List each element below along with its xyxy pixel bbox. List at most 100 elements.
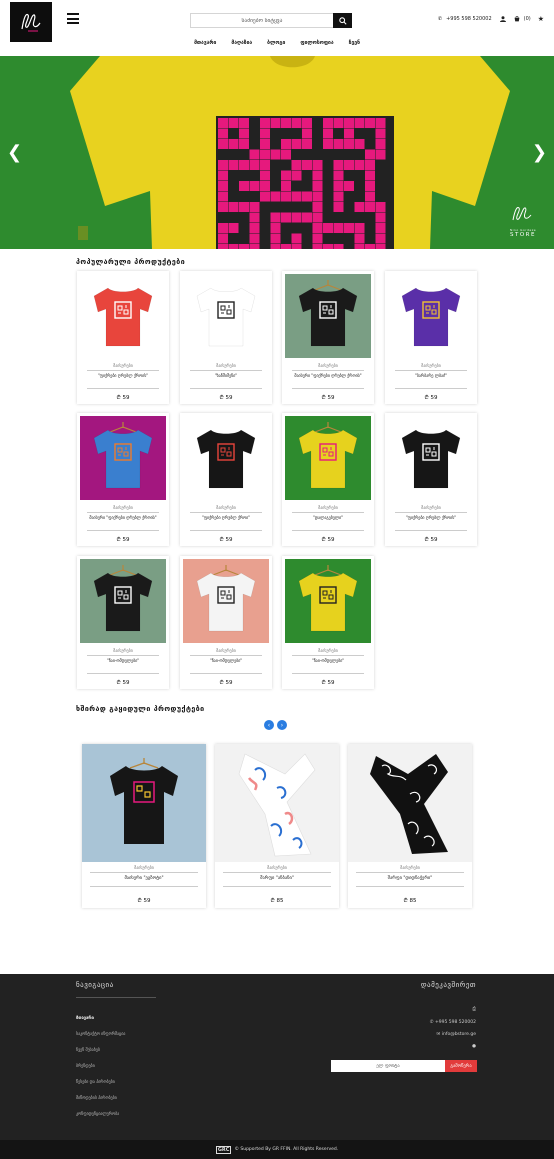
product-category: მაისურები	[400, 865, 420, 870]
product-image[interactable]	[388, 416, 474, 500]
menu-toggle-button[interactable]	[67, 13, 79, 24]
product-card[interactable]: მაისურები "ბარბარე ლბაძ" ₾ 59	[385, 271, 477, 404]
product-name[interactable]: "დალაგებული"	[286, 515, 370, 520]
product-price: ₾ 59	[424, 395, 438, 401]
nav-item-philosophy[interactable]: ფილოსოფია	[300, 40, 333, 46]
cart-icon[interactable]	[514, 16, 520, 22]
wishlist-star-icon[interactable]: ★	[538, 15, 544, 23]
product-price: ₾ 85	[403, 898, 417, 904]
search-input[interactable]	[190, 13, 333, 28]
phone-icon: ✆	[437, 16, 443, 22]
hero-prev-arrow-icon[interactable]: ❮	[7, 144, 22, 162]
product-image[interactable]	[80, 559, 166, 643]
product-card[interactable]: მაისურები შარფი "ანბანი" ₾ 85	[215, 744, 339, 908]
footer-link-about[interactable]: ჩვენ შესახებ	[76, 1042, 125, 1058]
product-price: ₾ 59	[116, 395, 130, 401]
search-button[interactable]	[333, 13, 352, 28]
footer-email[interactable]: info@bstore.ge	[442, 1032, 476, 1037]
product-image[interactable]	[285, 416, 371, 500]
copyright-text: © Supported By GR FFIN. All Rights Reser…	[234, 1147, 339, 1152]
nav-item-shop[interactable]: მაღაზია	[231, 40, 252, 46]
product-card[interactable]: მაისურები "ფიქრები ღრუბლ ქროის" ₾ 59	[385, 413, 477, 546]
product-card[interactable]: მაისურები "ჩაი-ომდელები" ₾ 59	[180, 556, 272, 689]
nav-item-blog[interactable]: ბლოგი	[267, 40, 285, 46]
cart-count[interactable]: (0)	[524, 16, 531, 22]
product-image[interactable]	[285, 274, 371, 358]
product-image[interactable]	[82, 744, 206, 862]
footer-link-privacy[interactable]: კონფიდენციალურობა	[76, 1106, 125, 1122]
footer-phone-row: ✆ +995 598 520002	[430, 1020, 476, 1025]
footer-link-contact[interactable]: საკონტაქტო ინფორმაცია	[76, 1026, 125, 1042]
product-name[interactable]: "ხანშიშენი"	[184, 373, 268, 378]
product-price: ₾ 59	[137, 898, 151, 904]
search-bar	[190, 13, 352, 28]
product-card[interactable]: მაისურები "ფიქრები ღრუბლ ქროი" ₾ 59	[180, 413, 272, 546]
product-image[interactable]	[183, 416, 269, 500]
product-category: მაისურები	[421, 363, 441, 368]
product-name[interactable]: მაისური "ფიქრები ღრუბლ ქროის"	[81, 515, 165, 520]
product-name[interactable]: "ჩაი-ომდელები"	[81, 658, 165, 663]
divider	[395, 530, 467, 531]
product-name[interactable]: "ბარბარე ლბაძ"	[389, 373, 473, 378]
product-name[interactable]: შარფი "დიდნაჭერი"	[348, 876, 472, 881]
nav-item-about[interactable]: ჩვენ	[349, 40, 360, 46]
product-image[interactable]	[183, 559, 269, 643]
divider	[292, 388, 364, 389]
product-category: მაისურები	[267, 865, 287, 870]
product-card[interactable]: მაისურები "ჩაი-ომდელები" ₾ 59	[77, 556, 169, 689]
product-image[interactable]	[80, 416, 166, 500]
product-image[interactable]	[388, 274, 474, 358]
product-name[interactable]: "ჩაი-ომდელები"	[184, 658, 268, 663]
product-name[interactable]: "ფიქრები ღრუბლ ქროის"	[81, 373, 165, 378]
nav-item-home[interactable]: მთავარი	[194, 40, 216, 46]
product-category: მაისურები	[216, 363, 236, 368]
product-card[interactable]: მაისურები "ფიქრები ღრუბლ ქროის" ₾ 59	[77, 271, 169, 404]
product-name[interactable]: "ფიქრები ღრუბლ ქროის"	[389, 515, 473, 520]
carousel-next-icon[interactable]: ›	[277, 720, 287, 730]
product-image[interactable]	[80, 274, 166, 358]
carousel-prev-icon[interactable]: ‹	[264, 720, 274, 730]
signature-logo-icon	[21, 13, 41, 32]
hero-brand-store: STORE	[510, 232, 536, 238]
divider	[190, 530, 262, 531]
subscribe-button[interactable]: გამოწერა	[445, 1060, 477, 1072]
divider	[356, 886, 464, 887]
product-name[interactable]: მაისური "ფიქრები ღრუბლ ქროის"	[286, 373, 370, 378]
product-image[interactable]	[348, 744, 472, 862]
footer-link-terms[interactable]: წესები და პირობები	[76, 1074, 125, 1090]
product-name[interactable]: "ფიქრები ღრუბლ ქროი"	[184, 515, 268, 520]
divider	[87, 655, 159, 656]
footer-link-brands[interactable]: ბრენდები	[76, 1058, 125, 1074]
footer-phone[interactable]: +995 598 520002	[435, 1020, 476, 1025]
product-category: მაისურები	[421, 505, 441, 510]
site-logo[interactable]	[10, 2, 52, 42]
footer-divider	[76, 997, 156, 998]
product-image[interactable]	[183, 274, 269, 358]
product-image[interactable]	[215, 744, 339, 862]
footer-link-home[interactable]: მთავარი	[76, 1010, 125, 1026]
product-name[interactable]: შარფი "ანბანი"	[215, 876, 339, 881]
product-card[interactable]: მაისურები "დალაგებული" ₾ 59	[282, 413, 374, 546]
hero-next-arrow-icon[interactable]: ❯	[532, 144, 547, 162]
product-price: ₾ 85	[270, 898, 284, 904]
footer-contact-title: დამეკავშირეთ	[420, 981, 476, 989]
newsletter-email-input[interactable]	[331, 1060, 445, 1072]
product-card[interactable]: მაისურები მაისური "ეგზოტი" ₾ 59	[82, 744, 206, 908]
divider	[87, 530, 159, 531]
footer-link-delivery[interactable]: მიწოდების პირობები	[76, 1090, 125, 1106]
divider	[395, 370, 467, 371]
header-utilities: ✆ +995 598 520002 (0) ★	[438, 15, 544, 23]
product-card[interactable]: მაისურები მაისური "ფიქრები ღრუბლ ქროის" ₾ …	[282, 271, 374, 404]
user-icon[interactable]	[499, 16, 506, 22]
product-card[interactable]: მაისურები შარფი "დიდნაჭერი" ₾ 85	[348, 744, 472, 908]
divider	[90, 872, 198, 873]
product-price: ₾ 59	[116, 680, 130, 686]
product-card[interactable]: მაისურები "ხანშიშენი" ₾ 59	[180, 271, 272, 404]
product-name[interactable]: მაისური "ეგზოტი"	[82, 876, 206, 881]
product-image[interactable]	[285, 559, 371, 643]
product-card[interactable]: მაისურები მაისური "ფიქრები ღრუბლ ქროის" ₾ …	[77, 413, 169, 546]
product-category: მაისურები	[318, 363, 338, 368]
header-phone[interactable]: +995 598 520002	[446, 16, 492, 22]
product-card[interactable]: მაისურები "ჩაი-ომდელები" ₾ 59	[282, 556, 374, 689]
product-name[interactable]: "ჩაი-ომდელები"	[286, 658, 370, 663]
